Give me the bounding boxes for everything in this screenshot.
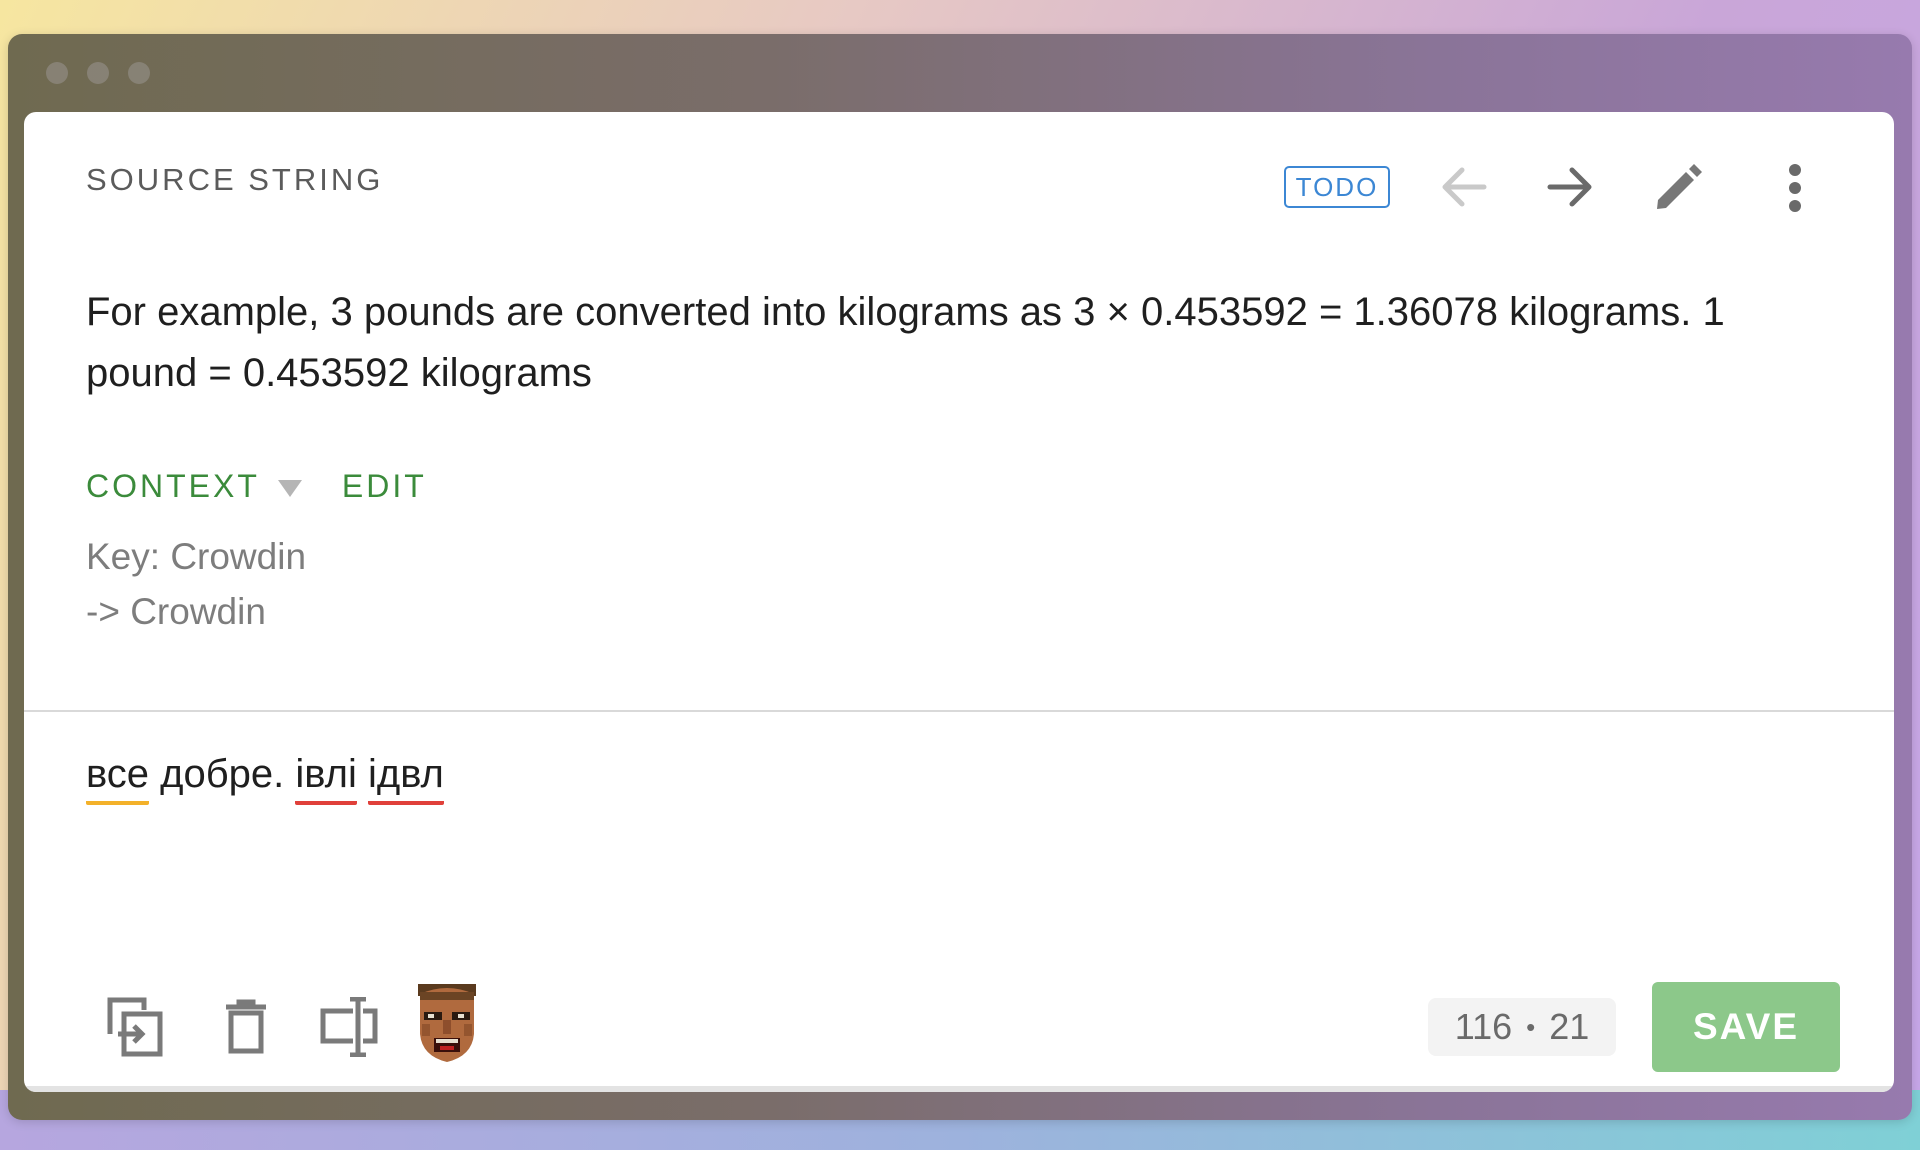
more-options-button[interactable]: [1778, 160, 1812, 216]
trash-icon: [226, 999, 266, 1054]
caret-down-icon[interactable]: [277, 480, 302, 497]
translation-word: все: [86, 752, 150, 805]
translation-word-misspelled: івлі: [295, 752, 357, 805]
copy-source-icon: [107, 997, 163, 1057]
status-badge: TODO: [1284, 166, 1390, 208]
edit-context-link[interactable]: EDIT: [342, 468, 427, 505]
previous-string-button[interactable]: [1436, 162, 1492, 212]
translation-word-misspelled: ідвл: [367, 752, 444, 805]
divider: [24, 710, 1894, 712]
section-title: SOURCE STRING: [86, 162, 384, 197]
editor-card: SOURCE STRING TODO For example, 3 pounds…: [24, 112, 1894, 1092]
translation-word: добре.: [160, 752, 285, 796]
source-string-text: For example, 3 pounds are converted into…: [86, 282, 1806, 404]
copy-source-button[interactable]: [102, 992, 168, 1062]
text-cursor-icon: [320, 997, 378, 1057]
context-row: CONTEXT EDIT: [86, 468, 427, 505]
more-vertical-icon: [1789, 164, 1801, 212]
source-length: 116: [1454, 1006, 1513, 1047]
insert-text-button[interactable]: [316, 992, 382, 1062]
doom-face-avatar[interactable]: [416, 984, 478, 1064]
arrow-right-icon: [1547, 167, 1592, 207]
next-string-button[interactable]: [1542, 162, 1598, 212]
counter-separator: •: [1526, 1011, 1536, 1042]
translation-length: 21: [1549, 1006, 1590, 1047]
character-counter: 116 • 21: [1428, 998, 1616, 1056]
translation-input[interactable]: все добре. івлі ідвл: [86, 752, 444, 805]
arrow-left-icon: [1442, 167, 1487, 207]
context-toggle[interactable]: CONTEXT: [86, 468, 260, 505]
source-line-2: pound = 0.453592 kilograms: [86, 351, 592, 395]
context-key-line: Key: Crowdin: [86, 536, 307, 577]
source-line-1: For example, 3 pounds are converted into…: [86, 290, 1725, 334]
context-value-line: -> Crowdin: [86, 591, 266, 632]
delete-translation-button[interactable]: [218, 992, 274, 1062]
close-window-dot[interactable]: [46, 62, 68, 84]
edit-string-button[interactable]: [1650, 158, 1708, 216]
app-window: SOURCE STRING TODO For example, 3 pounds…: [8, 34, 1912, 1120]
pencil-icon: [1657, 164, 1702, 209]
save-button[interactable]: SAVE: [1652, 982, 1840, 1072]
card-bottom-border: [24, 1086, 1894, 1092]
minimize-window-dot[interactable]: [87, 62, 109, 84]
window-controls: [46, 62, 150, 84]
zoom-window-dot[interactable]: [128, 62, 150, 84]
